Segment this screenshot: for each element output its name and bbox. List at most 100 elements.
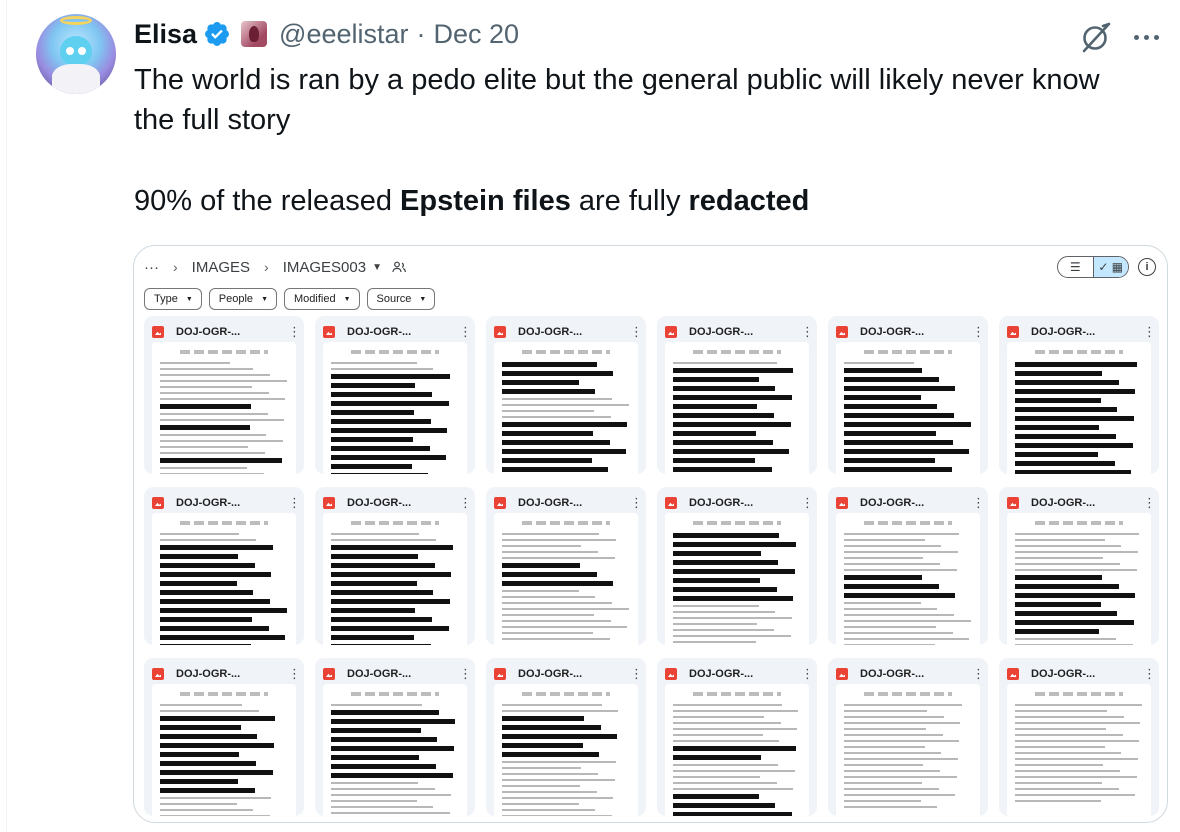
info-icon[interactable]: i	[1138, 258, 1156, 276]
file-card[interactable]: DOJ-OGR-... ⋮	[486, 658, 646, 816]
file-card[interactable]: DOJ-OGR-... ⋮	[315, 487, 475, 645]
file-name[interactable]: DOJ-OGR-...	[347, 326, 411, 338]
more-icon[interactable]	[1126, 22, 1166, 52]
file-card[interactable]: DOJ-OGR-... ⋮	[999, 658, 1159, 816]
tweet-date[interactable]: Dec 20	[434, 19, 520, 50]
file-name[interactable]: DOJ-OGR-...	[176, 497, 240, 509]
more-actions-icon[interactable]: ⋮	[459, 667, 472, 680]
file-name[interactable]: DOJ-OGR-...	[1031, 497, 1095, 509]
filter-type[interactable]: Type ▼	[144, 288, 202, 310]
file-thumbnail	[836, 342, 980, 474]
media-screenshot[interactable]: ··· › IMAGES › IMAGES003 ▼ ☰ ✓ ▦ i Type ▼…	[133, 245, 1168, 823]
file-card[interactable]: DOJ-OGR-... ⋮	[657, 658, 817, 816]
file-card-header: DOJ-OGR-... ⋮	[152, 323, 301, 341]
file-name[interactable]: DOJ-OGR-...	[176, 326, 240, 338]
file-card[interactable]: DOJ-OGR-... ⋮	[315, 316, 475, 474]
file-card[interactable]: DOJ-OGR-... ⋮	[828, 658, 988, 816]
grok-icon[interactable]	[1078, 20, 1114, 56]
file-name[interactable]: DOJ-OGR-...	[1031, 668, 1095, 680]
file-name[interactable]: DOJ-OGR-...	[347, 497, 411, 509]
more-actions-icon[interactable]: ⋮	[1143, 496, 1156, 509]
more-actions-icon[interactable]: ⋮	[972, 496, 985, 509]
breadcrumb-more[interactable]: ···	[144, 259, 159, 276]
more-actions-icon[interactable]: ⋮	[630, 667, 643, 680]
file-card[interactable]: DOJ-OGR-... ⋮	[828, 316, 988, 474]
file-name[interactable]: DOJ-OGR-...	[1031, 326, 1095, 338]
display-name[interactable]: Elisa	[134, 19, 197, 50]
breadcrumb-current[interactable]: IMAGES003	[283, 259, 366, 276]
tweet-header: Elisa @eeelistar · Dec 20	[134, 16, 519, 52]
breadcrumb-item[interactable]: IMAGES	[192, 259, 250, 276]
file-card[interactable]: DOJ-OGR-... ⋮	[486, 316, 646, 474]
pdf-icon	[323, 497, 335, 509]
file-thumbnail	[152, 684, 296, 816]
file-card-header: DOJ-OGR-... ⋮	[665, 494, 814, 512]
file-card[interactable]: DOJ-OGR-... ⋮	[657, 487, 817, 645]
more-actions-icon[interactable]: ⋮	[1143, 667, 1156, 680]
file-name[interactable]: DOJ-OGR-...	[689, 668, 753, 680]
file-card[interactable]: DOJ-OGR-... ⋮	[486, 487, 646, 645]
redacted-text: redacted	[688, 185, 810, 217]
avatar[interactable]	[36, 14, 116, 94]
file-card-header: DOJ-OGR-... ⋮	[665, 323, 814, 341]
file-thumbnail	[152, 342, 296, 474]
chevron-down-icon[interactable]: ▼	[372, 262, 382, 273]
more-actions-icon[interactable]: ⋮	[1143, 325, 1156, 338]
more-actions-icon[interactable]: ⋮	[459, 496, 472, 509]
grid-view-icon[interactable]: ✓ ▦	[1092, 257, 1128, 277]
pdf-icon	[494, 326, 506, 338]
file-card[interactable]: DOJ-OGR-... ⋮	[999, 316, 1159, 474]
file-grid: DOJ-OGR-... ⋮ DOJ-OGR-... ⋮ DOJ-OGR-... ⋮ DOJ-…	[144, 316, 1159, 816]
file-card[interactable]: DOJ-OGR-... ⋮	[144, 316, 304, 474]
more-actions-icon[interactable]: ⋮	[801, 325, 814, 338]
more-actions-icon[interactable]: ⋮	[801, 667, 814, 680]
more-actions-icon[interactable]: ⋮	[459, 325, 472, 338]
pdf-icon	[665, 497, 677, 509]
file-name[interactable]: DOJ-OGR-...	[689, 497, 753, 509]
shared-people-icon	[392, 261, 406, 273]
more-actions-icon[interactable]: ⋮	[288, 325, 301, 338]
tweet-text-line-2: the full story	[134, 104, 291, 136]
more-actions-icon[interactable]: ⋮	[630, 325, 643, 338]
list-view-icon[interactable]: ☰	[1058, 257, 1093, 277]
more-actions-icon[interactable]: ⋮	[801, 496, 814, 509]
file-name[interactable]: DOJ-OGR-...	[860, 668, 924, 680]
flair-icon	[241, 21, 268, 47]
more-actions-icon[interactable]: ⋮	[972, 667, 985, 680]
file-card[interactable]: DOJ-OGR-... ⋮	[144, 487, 304, 645]
file-card[interactable]: DOJ-OGR-... ⋮	[999, 487, 1159, 645]
file-card[interactable]: DOJ-OGR-... ⋮	[657, 316, 817, 474]
file-card-header: DOJ-OGR-... ⋮	[494, 665, 643, 683]
file-card[interactable]: DOJ-OGR-... ⋮	[828, 487, 988, 645]
filter-source[interactable]: Source ▼	[366, 288, 436, 310]
file-name[interactable]: DOJ-OGR-...	[860, 497, 924, 509]
pdf-icon	[665, 668, 677, 680]
file-card[interactable]: DOJ-OGR-... ⋮	[144, 658, 304, 816]
pdf-icon	[1007, 668, 1019, 680]
file-thumbnail	[1007, 684, 1151, 816]
filter-chips: Type ▼ People ▼ Modified ▼ Source ▼	[144, 288, 436, 310]
filter-people[interactable]: People ▼	[208, 288, 277, 310]
file-name[interactable]: DOJ-OGR-...	[689, 326, 753, 338]
file-name[interactable]: DOJ-OGR-...	[518, 668, 582, 680]
user-handle[interactable]: @eeelistar	[279, 19, 408, 50]
tweet-text: The world is ran by a pedo elite but the…	[134, 60, 1164, 217]
file-name[interactable]: DOJ-OGR-...	[176, 668, 240, 680]
file-thumbnail	[494, 684, 638, 816]
more-actions-icon[interactable]: ⋮	[630, 496, 643, 509]
file-name[interactable]: DOJ-OGR-...	[518, 326, 582, 338]
file-name[interactable]: DOJ-OGR-...	[518, 497, 582, 509]
file-card[interactable]: DOJ-OGR-... ⋮	[315, 658, 475, 816]
file-card-header: DOJ-OGR-... ⋮	[836, 665, 985, 683]
timeline-border	[6, 0, 7, 832]
pdf-icon	[836, 497, 848, 509]
filter-modified[interactable]: Modified ▼	[284, 288, 360, 310]
more-actions-icon[interactable]: ⋮	[288, 496, 301, 509]
more-actions-icon[interactable]: ⋮	[288, 667, 301, 680]
more-actions-icon[interactable]: ⋮	[972, 325, 985, 338]
file-name[interactable]: DOJ-OGR-...	[347, 668, 411, 680]
file-name[interactable]: DOJ-OGR-...	[860, 326, 924, 338]
chevron-down-icon: ▼	[261, 295, 268, 303]
pdf-icon	[1007, 326, 1019, 338]
pdf-icon	[665, 326, 677, 338]
